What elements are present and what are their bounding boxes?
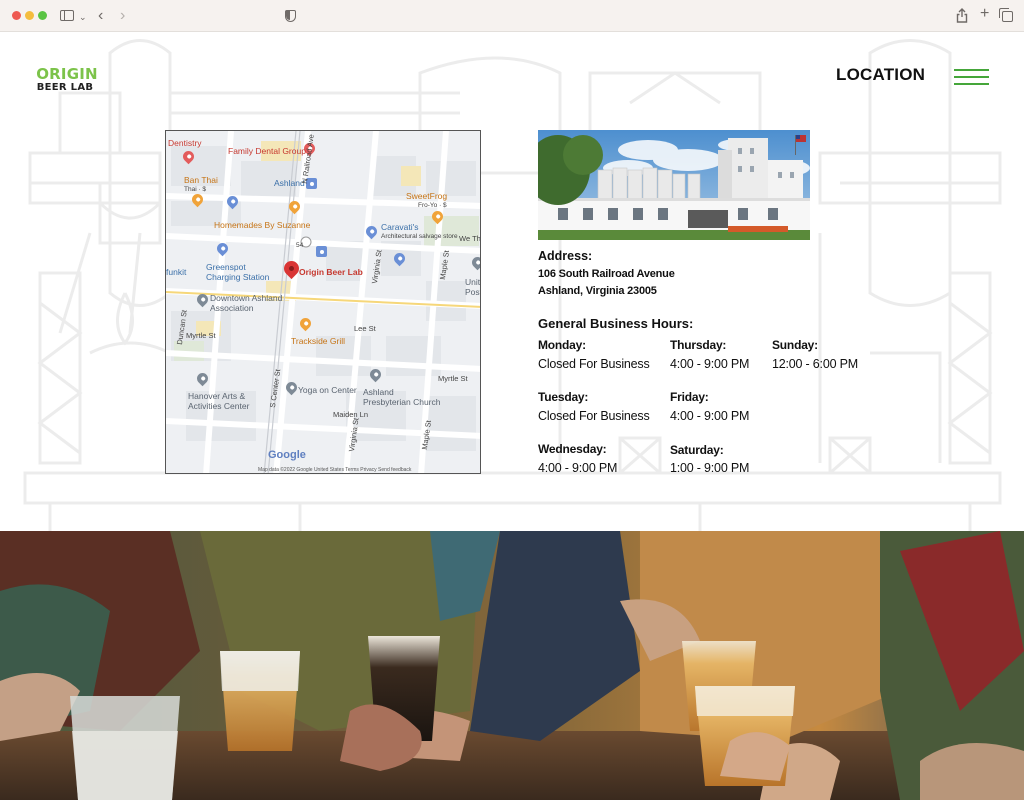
shop-icon[interactable] <box>316 246 327 257</box>
menu-line <box>954 69 989 71</box>
chevron-down-icon[interactable]: ⌄ <box>79 9 87 25</box>
menu-line <box>954 83 989 85</box>
hours-day-saturday: Saturday: <box>670 443 724 457</box>
map-label: Myrtle St <box>438 374 468 383</box>
browser-toolbar: ⌄ ‹ › + <box>0 0 1024 32</box>
privacy-shield-icon[interactable] <box>285 10 296 22</box>
map-label: Dentistry <box>168 138 202 148</box>
map-label: Architectural salvage store <box>381 233 458 240</box>
location-map[interactable]: Dentistry Family Dental Group Ban Thai T… <box>165 130 481 474</box>
hours-time-sunday: 12:00 - 6:00 PM <box>772 357 858 371</box>
map-label: Unit <box>465 277 481 287</box>
map-label: Post <box>465 287 481 297</box>
hours-day-sunday: Sunday: <box>772 338 818 352</box>
map-label: Fro-Yo · $ <box>418 202 447 209</box>
brewery-line-art-background <box>23 39 1002 533</box>
map-label: Ban Thai <box>184 175 218 185</box>
hamburger-menu-button[interactable] <box>954 67 989 85</box>
hours-day-thursday: Thursday: <box>670 338 727 352</box>
logo-wordmark-top: ORIGIN <box>36 65 98 83</box>
back-arrow-icon[interactable]: ‹ <box>98 8 103 24</box>
map-label: Homemades By Suzanne <box>214 220 311 230</box>
hours-time-tuesday: Closed For Business <box>538 409 650 423</box>
hours-day-tuesday: Tuesday: <box>538 390 589 404</box>
new-tab-icon[interactable]: + <box>980 6 989 22</box>
hours-time-monday: Closed For Business <box>538 357 650 371</box>
page-title: LOCATION <box>836 65 926 84</box>
map-label: Family Dental Group <box>228 146 306 156</box>
map-label: Myrtle St <box>186 331 216 340</box>
address-heading: Address: <box>538 249 593 263</box>
hours-time-saturday: 1:00 - 9:00 PM <box>670 461 750 475</box>
map-label: Activities Center <box>188 401 250 411</box>
map-label: Greenspot <box>206 262 246 272</box>
zoom-window-button[interactable] <box>38 11 47 20</box>
map-label: Ashland <box>363 387 394 397</box>
hours-day-wednesday: Wednesday: <box>538 442 607 456</box>
tab-overview-icon[interactable] <box>999 8 1013 22</box>
map-label: Trackside Grill <box>291 336 345 346</box>
map-label: SweetFrog <box>406 191 448 201</box>
sidebar-toggle-icon[interactable] <box>60 10 74 21</box>
map-label: Presbyterian Church <box>363 397 441 407</box>
logo-wordmark-bottom: BEER LAB <box>36 82 94 93</box>
page: ORIGIN BEER LAB LOCATION Dentistry Famil… <box>0 33 1024 800</box>
share-icon[interactable] <box>956 8 968 24</box>
hours-day-monday: Monday: <box>538 338 586 352</box>
address-city: Ashland, Virginia 23005 <box>538 285 657 297</box>
route-shield: 54 <box>296 242 304 249</box>
hours-time-wednesday: 4:00 - 9:00 PM <box>538 461 618 475</box>
map-label: Yoga on Center <box>298 385 357 395</box>
hours-day-friday: Friday: <box>670 390 709 404</box>
map-label: Caravati's <box>381 222 419 232</box>
minimize-window-button[interactable] <box>25 11 34 20</box>
map-label: We Th <box>459 234 481 243</box>
map-label: Association <box>210 303 254 313</box>
forward-arrow-icon[interactable]: › <box>120 8 125 24</box>
hours-time-friday: 4:00 - 9:00 PM <box>670 409 750 423</box>
map-label: Downtown Ashland <box>210 293 283 303</box>
menu-line <box>954 76 989 78</box>
origin-beer-lab-logo[interactable]: ORIGIN BEER LAB <box>35 67 99 94</box>
brewery-building-photo <box>538 130 810 240</box>
map-footer-text[interactable]: Map data ©2022 Google United States Term… <box>258 467 411 473</box>
map-label: Lee St <box>354 324 376 333</box>
address-street: 106 South Railroad Avenue <box>538 268 675 280</box>
map-label: Hanover Arts & <box>188 391 246 401</box>
hours-heading: General Business Hours: <box>538 316 694 331</box>
map-label: funkit <box>166 267 187 277</box>
hours-time-thursday: 4:00 - 9:00 PM <box>670 357 750 371</box>
people-with-beers-hero-photo <box>0 531 1024 800</box>
close-window-button[interactable] <box>12 11 21 20</box>
map-label: Origin Beer Lab <box>299 267 363 277</box>
map-label: Charging Station <box>206 272 270 282</box>
google-logo: Google <box>268 449 306 461</box>
